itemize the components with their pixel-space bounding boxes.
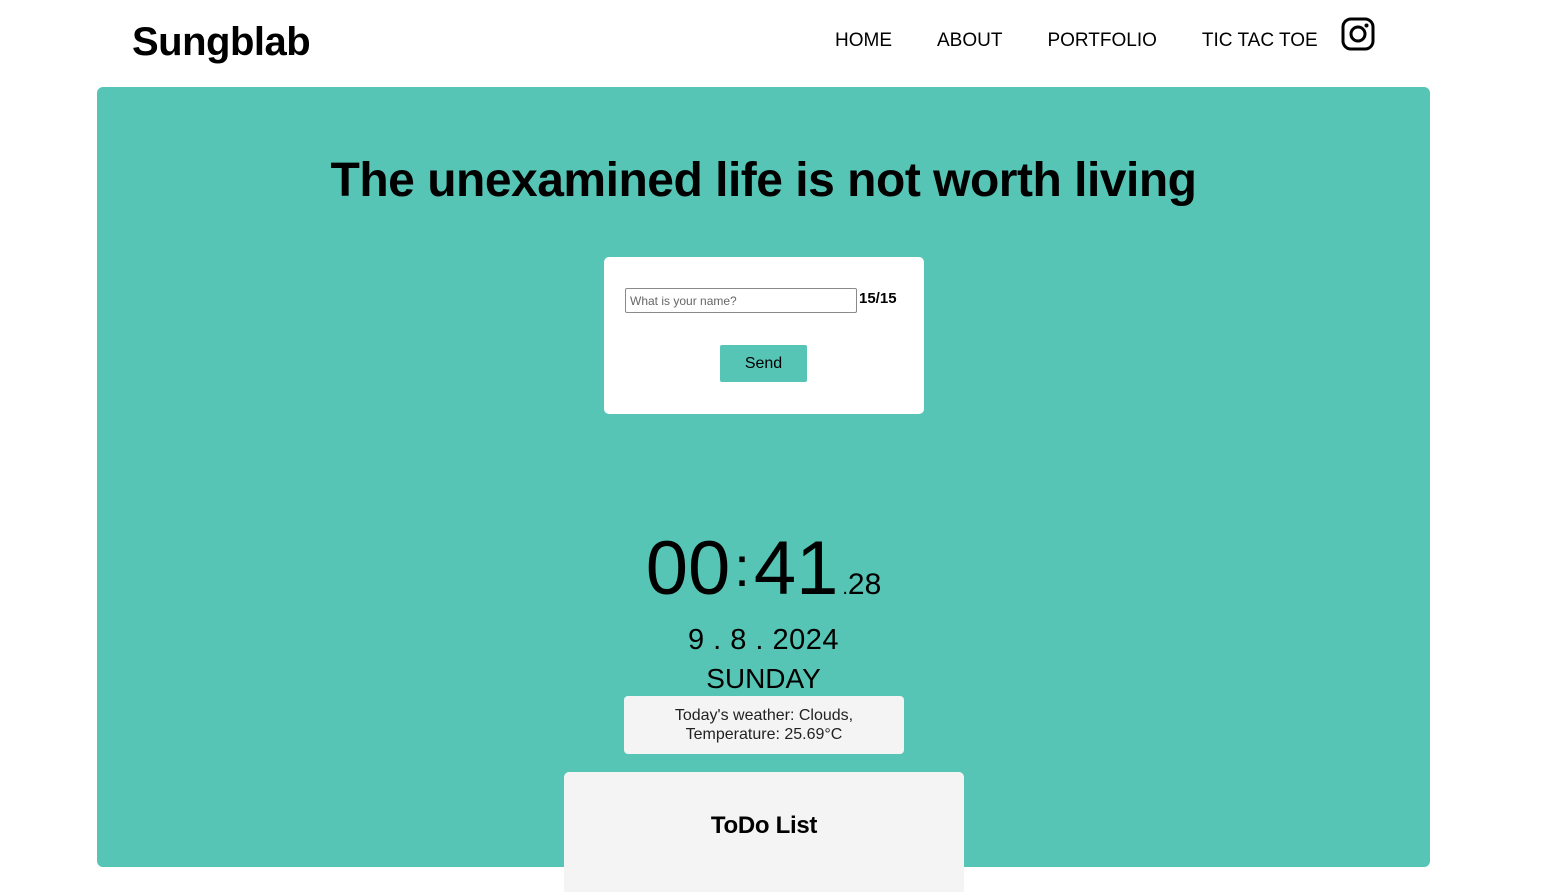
nav-tic-tac-toe-link[interactable]: TIC TAC TOE <box>1202 29 1318 53</box>
instagram-icon[interactable] <box>1341 17 1375 51</box>
nav-home-link[interactable]: HOME <box>835 29 892 53</box>
char-counter: 15/15 <box>859 290 897 307</box>
site-logo[interactable]: Sungblab <box>132 18 311 66</box>
weather-temperature: Temperature: 25.69°C <box>685 726 843 743</box>
clock-minutes: 41 <box>753 526 839 611</box>
todo-title: ToDo List <box>710 812 818 839</box>
send-button[interactable]: Send <box>720 345 807 382</box>
clock-display: 00:41.28 <box>97 523 1430 632</box>
date-display: 9 . 8 . 2024 <box>687 624 840 656</box>
hero-section: The unexamined life is not worth living … <box>97 87 1430 892</box>
nav-portfolio-link[interactable]: PORTFOLIO <box>1047 29 1156 53</box>
day-display: SUNDAY <box>706 663 821 694</box>
main-nav: HOME ABOUT PORTFOLIO TIC TAC TOE <box>835 29 1363 53</box>
name-form-card: 15/15 Send <box>604 257 924 414</box>
name-input[interactable] <box>625 288 857 313</box>
site-header: Sungblab HOME ABOUT PORTFOLIO TIC TAC TO… <box>0 0 1557 87</box>
weather-condition: Today's weather: Clouds, <box>674 707 854 724</box>
weather-panel: Today's weather: Clouds, Temperature: 25… <box>624 696 904 754</box>
clock-separator: : <box>734 535 750 598</box>
clock-hours: 00 <box>645 526 731 611</box>
nav-about-link[interactable]: ABOUT <box>937 29 1002 53</box>
clock-seconds: 28 <box>847 568 882 601</box>
todo-panel: ToDo List <box>564 772 964 892</box>
quote-heading: The unexamined life is not worth living <box>330 154 1197 207</box>
